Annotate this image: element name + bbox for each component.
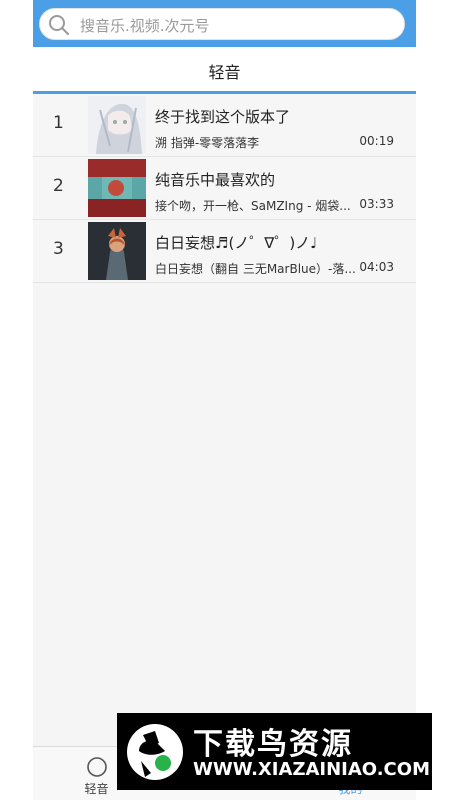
watermark-banner: 下载鸟资源 WWW.XIAZAINIAO.COM	[117, 713, 432, 790]
song-cover	[88, 159, 146, 217]
category-title: 轻音	[208, 63, 241, 82]
watermark-brand: 下载鸟资源	[193, 727, 353, 762]
song-artist: 溯 指弹-零零落落李	[155, 136, 260, 150]
song-row[interactable]: 1 终于找到这个版本了 溯 指弹-零零落落李 00:19	[33, 94, 416, 157]
top-bar: 搜音乐.视频.次元号	[33, 0, 416, 47]
song-duration: 03:33	[359, 197, 394, 211]
song-rank: 1	[53, 113, 64, 133]
song-row[interactable]: 2 纯音乐中最喜欢的 接个吻，开一枪、SaMZIng - 烟袋... 03:33	[33, 157, 416, 220]
song-artist: 接个吻，开一枪、SaMZIng - 烟袋...	[155, 199, 351, 213]
song-rank: 3	[53, 239, 64, 259]
search-bar[interactable]: 搜音乐.视频.次元号	[39, 8, 405, 40]
category-header: 轻音	[33, 47, 416, 94]
song-cover	[88, 96, 146, 154]
song-duration: 00:19	[359, 134, 394, 148]
bird-logo-icon	[127, 724, 183, 780]
song-rank: 2	[53, 176, 64, 196]
song-row[interactable]: 3 白日妄想♬(ノ゜∇゜)ノ♩ 白日妄想（翻自 三无MarBlue）-落... …	[33, 220, 416, 283]
song-title: 纯音乐中最喜欢的	[155, 171, 276, 189]
music-note-icon	[86, 757, 107, 777]
watermark-url: WWW.XIAZAINIAO.COM	[193, 759, 430, 780]
song-title: 白日妄想♬(ノ゜∇゜)ノ♩	[155, 234, 318, 252]
song-cover	[88, 222, 146, 280]
song-list: 1 终于找到这个版本了 溯 指弹-零零落落李 00:19 2 纯音乐中最喜欢的 …	[33, 94, 416, 283]
search-icon	[49, 15, 69, 35]
search-placeholder: 搜音乐.视频.次元号	[80, 17, 210, 35]
app-screen: 搜音乐.视频.次元号 轻音 1 终于找到这个版本了 溯 指弹-零零落落李 00:…	[33, 0, 416, 800]
song-artist: 白日妄想（翻自 三无MarBlue）-落...	[155, 262, 355, 276]
song-title: 终于找到这个版本了	[155, 108, 291, 126]
song-duration: 04:03	[359, 260, 394, 274]
